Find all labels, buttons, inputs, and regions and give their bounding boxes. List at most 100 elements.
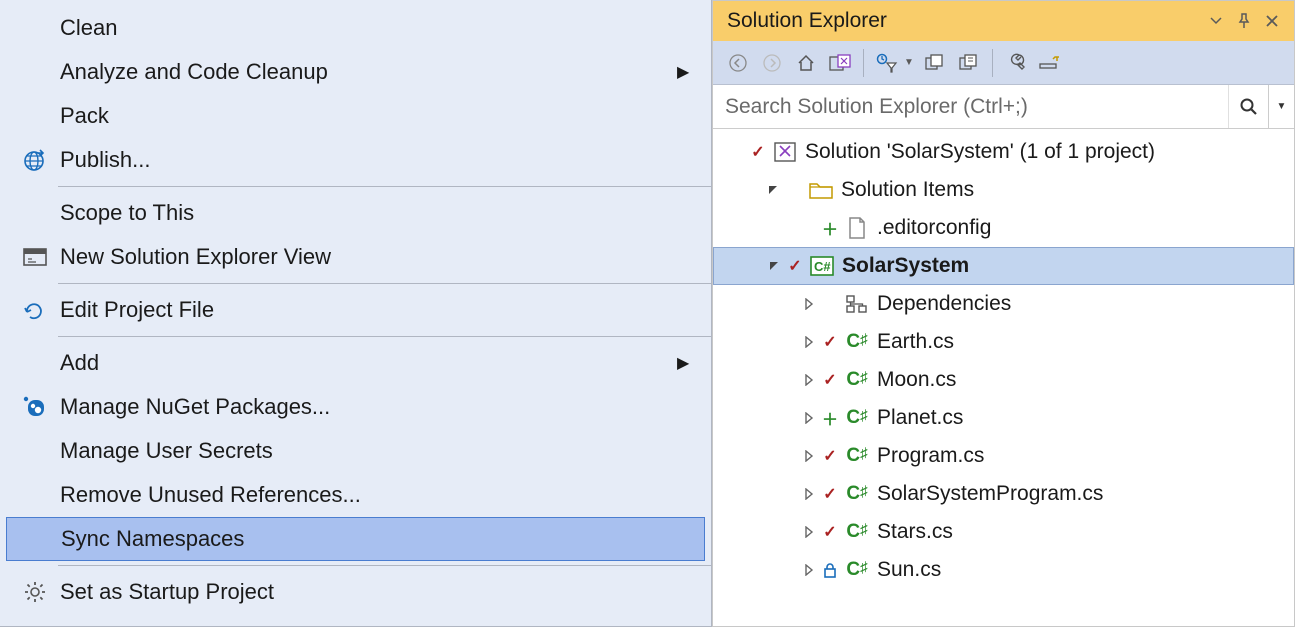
separator [58,186,711,187]
sync-icon[interactable] [918,46,952,80]
cs-icon: C♯ [841,445,873,467]
menu-label: Edit Project File [60,297,677,323]
tree-item[interactable]: ✓ Solution 'SolarSystem' (1 of 1 project) [713,133,1294,171]
menu-item[interactable]: Remove Unused References... [0,473,711,517]
csproj-icon: C# [806,255,838,277]
expander-closed-icon[interactable] [799,488,819,500]
explorer-toolbar: ▼ [713,41,1294,85]
tree-label: Sun.cs [873,558,941,582]
search-dropdown-icon[interactable]: ▼ [1268,85,1294,128]
tree-item[interactable]: ＋C♯Planet.cs [713,399,1294,437]
tree-label: SolarSystem [838,254,969,278]
tree-item[interactable]: ＋.editorconfig [713,209,1294,247]
tree-label: Earth.cs [873,330,954,354]
menu-item[interactable]: Set as Startup Project [0,570,711,614]
menu-label: Publish... [60,147,677,173]
vcs-check-icon: ✓ [784,256,806,276]
tree-item[interactable]: ✓C♯Moon.cs [713,361,1294,399]
menu-item[interactable]: Sync Namespaces [6,517,705,561]
menu-item[interactable]: Scope to This [0,191,711,235]
dropdown-icon[interactable]: ▼ [904,57,918,68]
switch-views-icon[interactable] [823,46,857,80]
search-icon[interactable] [1228,85,1268,128]
menu-item[interactable]: Add▶ [0,341,711,385]
expander-closed-icon[interactable] [799,298,819,310]
solution-icon [769,141,801,163]
tree-item[interactable]: ✓C♯Stars.cs [713,513,1294,551]
tree-label: .editorconfig [873,216,991,240]
menu-item[interactable]: Manage User Secrets [0,429,711,473]
explorer-titlebar: Solution Explorer [713,1,1294,41]
menu-label: Pack [60,103,677,129]
tree-label: Planet.cs [873,406,963,430]
home-icon[interactable] [789,46,823,80]
tree-label: Program.cs [873,444,984,468]
menu-label: Set as Startup Project [60,579,677,605]
expander-open-icon[interactable] [763,184,783,196]
menu-label: Add [60,350,677,376]
expander-closed-icon[interactable] [799,374,819,386]
menu-item[interactable]: Clean [0,6,711,50]
tree-item[interactable]: ✓ C# SolarSystem [713,247,1294,285]
separator [863,49,864,77]
cs-icon: C♯ [841,369,873,391]
window-dropdown-icon[interactable] [1202,7,1230,35]
forward-icon[interactable] [755,46,789,80]
vcs-check-icon: ✓ [819,522,841,542]
svg-text:C#: C# [814,259,831,274]
vcs-check-icon: ✓ [819,370,841,390]
expander-closed-icon[interactable] [799,412,819,424]
redo-icon [10,300,60,320]
solution-explorer-panel: Solution Explorer ▼ ▼ ✓ Solution 'SolarSy… [712,0,1295,627]
preview-icon[interactable] [1033,46,1067,80]
gear-icon [10,580,60,604]
tree-item[interactable]: ✓C♯Program.cs [713,437,1294,475]
menu-item[interactable]: New Solution Explorer View [0,235,711,279]
vcs-check-icon: ✓ [819,446,841,466]
tree-label: Stars.cs [873,520,953,544]
tree-label: Moon.cs [873,368,956,392]
menu-label: Remove Unused References... [60,482,677,508]
menu-item[interactable]: Edit Project File [0,288,711,332]
solution-tree: ✓ Solution 'SolarSystem' (1 of 1 project)… [713,129,1294,626]
properties-icon[interactable] [999,46,1033,80]
tree-label: Solution 'SolarSystem' (1 of 1 project) [801,140,1155,164]
cs-icon: C♯ [841,331,873,353]
expander-closed-icon[interactable] [799,564,819,576]
search-input[interactable] [713,85,1228,128]
vcs-check-icon: ✓ [747,142,769,162]
tree-label: Solution Items [837,178,974,202]
tree-item[interactable]: Solution Items [713,171,1294,209]
tree-item[interactable]: ✓C♯Earth.cs [713,323,1294,361]
tree-label: Dependencies [873,292,1011,316]
expander-closed-icon[interactable] [799,450,819,462]
show-all-files-icon[interactable] [952,46,986,80]
cs-icon: C♯ [841,559,873,581]
expander-closed-icon[interactable] [799,526,819,538]
tree-item[interactable]: Dependencies [713,285,1294,323]
deps-icon [841,294,873,314]
tree-item[interactable]: C♯Sun.cs [713,551,1294,589]
close-icon[interactable] [1258,7,1286,35]
back-icon[interactable] [721,46,755,80]
cs-icon: C♯ [841,483,873,505]
pending-changes-filter-icon[interactable] [870,46,904,80]
expander-closed-icon[interactable] [799,336,819,348]
menu-label: New Solution Explorer View [60,244,677,270]
nuget-icon [10,395,60,419]
menu-item[interactable]: Manage NuGet Packages... [0,385,711,429]
cs-icon: C♯ [841,407,873,429]
menu-label: Sync Namespaces [61,526,676,552]
explorer-title: Solution Explorer [727,9,1202,33]
expander-open-icon[interactable] [764,260,784,272]
menu-item[interactable]: Publish... [0,138,711,182]
tree-item[interactable]: ✓C♯SolarSystemProgram.cs [713,475,1294,513]
pin-icon[interactable] [1230,7,1258,35]
menu-item[interactable]: Pack [0,94,711,138]
file-icon [841,216,873,240]
menu-item[interactable]: Analyze and Code Cleanup▶ [0,50,711,94]
globe-icon [10,147,60,173]
menu-label: Scope to This [60,200,677,226]
submenu-arrow-icon: ▶ [677,62,695,82]
menu-label: Manage User Secrets [60,438,677,464]
